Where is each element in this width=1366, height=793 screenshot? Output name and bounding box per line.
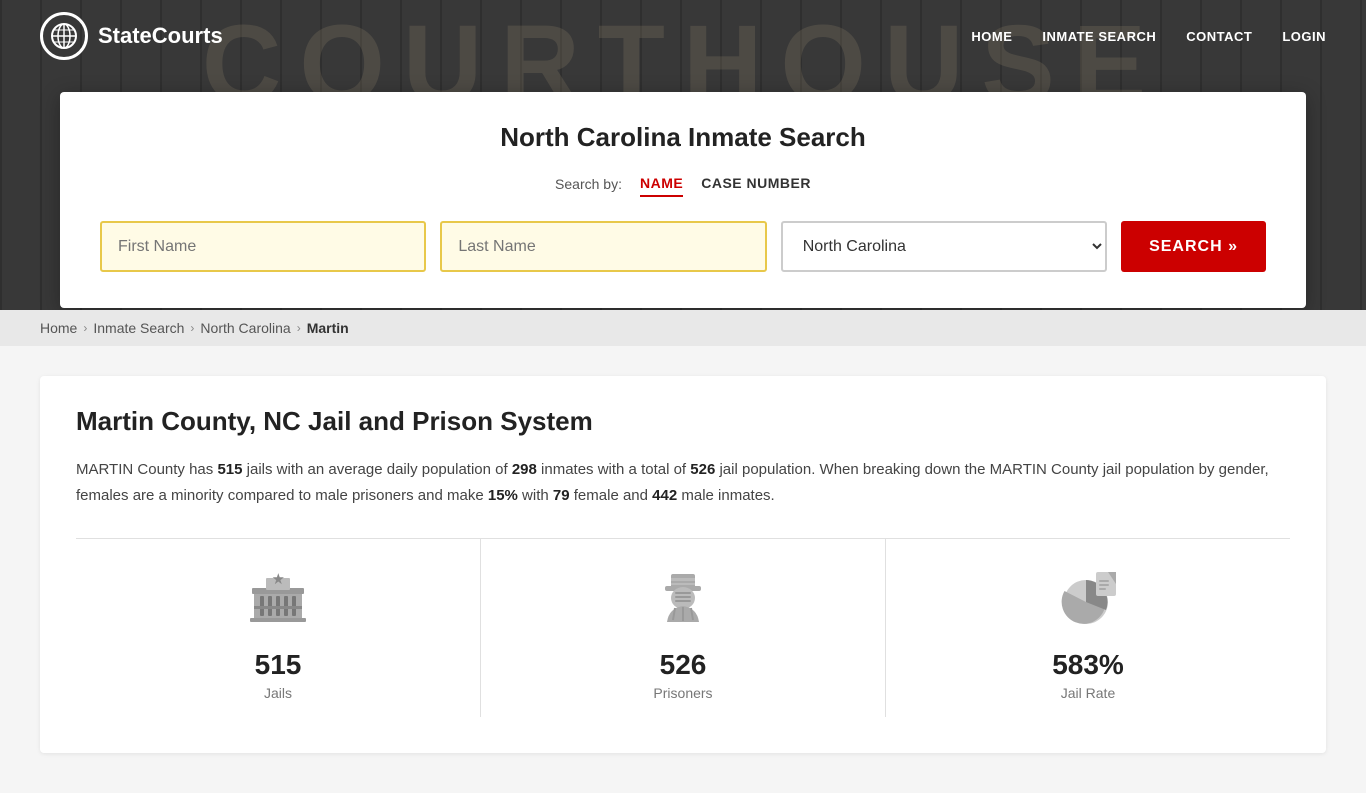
- jails-count: 515: [217, 461, 242, 478]
- search-inputs: North Carolina Alabama Alaska Arizona Ca…: [100, 221, 1266, 272]
- search-title: North Carolina Inmate Search: [100, 122, 1266, 153]
- search-by-tabs: Search by: NAME CASE NUMBER: [100, 171, 1266, 197]
- logo-text: StateCourts: [98, 23, 223, 49]
- logo-icon: [40, 12, 88, 60]
- search-by-label: Search by:: [555, 176, 622, 192]
- jail-rate-stat-label: Jail Rate: [1061, 685, 1115, 701]
- female-pct: 15%: [488, 487, 518, 504]
- prisoners-stat-number: 526: [660, 649, 707, 681]
- nav-inmate-search[interactable]: INMATE SEARCH: [1042, 29, 1156, 44]
- rate-icon: [1053, 563, 1123, 633]
- last-name-input[interactable]: [440, 221, 766, 272]
- breadcrumb-sep-1: ›: [83, 321, 87, 335]
- breadcrumb-current: Martin: [307, 320, 349, 336]
- breadcrumb-inmate-search[interactable]: Inmate Search: [93, 320, 184, 336]
- nav-login[interactable]: LOGIN: [1282, 29, 1326, 44]
- jails-stat-number: 515: [255, 649, 302, 681]
- county-description: MARTIN County has 515 jails with an aver…: [76, 457, 1290, 508]
- daily-pop: 298: [512, 461, 537, 478]
- nav-links: HOME INMATE SEARCH CONTACT LOGIN: [971, 29, 1326, 44]
- breadcrumb-north-carolina[interactable]: North Carolina: [200, 320, 290, 336]
- logo[interactable]: StateCourts: [40, 12, 223, 60]
- stat-jails: 515 Jails: [76, 539, 481, 717]
- nav-contact[interactable]: CONTACT: [1186, 29, 1252, 44]
- female-count: 79: [553, 487, 570, 504]
- main-content: Martin County, NC Jail and Prison System…: [0, 346, 1366, 793]
- breadcrumb: Home › Inmate Search › North Carolina › …: [0, 310, 1366, 346]
- total-pop: 526: [690, 461, 715, 478]
- desc-text-5: with: [518, 487, 553, 504]
- desc-text-2: jails with an average daily population o…: [242, 461, 511, 478]
- stat-jail-rate: 583% Jail Rate: [886, 539, 1290, 717]
- top-navigation: StateCourts HOME INMATE SEARCH CONTACT L…: [0, 0, 1366, 72]
- tab-case-number[interactable]: CASE NUMBER: [701, 171, 811, 197]
- prisoner-icon: [648, 563, 718, 633]
- male-count: 442: [652, 487, 677, 504]
- desc-text-6: female and: [570, 487, 653, 504]
- state-select[interactable]: North Carolina Alabama Alaska Arizona Ca…: [781, 221, 1107, 272]
- breadcrumb-sep-2: ›: [190, 321, 194, 335]
- first-name-input[interactable]: [100, 221, 426, 272]
- county-title: Martin County, NC Jail and Prison System: [76, 406, 1290, 437]
- jail-icon: [243, 563, 313, 633]
- nav-home[interactable]: HOME: [971, 29, 1012, 44]
- desc-text-7: male inmates.: [677, 487, 775, 504]
- jails-stat-label: Jails: [264, 685, 292, 701]
- breadcrumb-home[interactable]: Home: [40, 320, 77, 336]
- desc-text-1: MARTIN County has: [76, 461, 217, 478]
- stat-prisoners: 526 Prisoners: [481, 539, 886, 717]
- header: COURTHOUSE StateCourts HOME INMATE SEARC…: [0, 0, 1366, 310]
- desc-text-3: inmates with a total of: [537, 461, 690, 478]
- breadcrumb-sep-3: ›: [297, 321, 301, 335]
- jail-rate-stat-number: 583%: [1052, 649, 1124, 681]
- search-card: North Carolina Inmate Search Search by: …: [60, 92, 1306, 308]
- tab-name[interactable]: NAME: [640, 171, 683, 197]
- stats-row: 515 Jails: [76, 538, 1290, 717]
- prisoners-stat-label: Prisoners: [653, 685, 712, 701]
- county-card: Martin County, NC Jail and Prison System…: [40, 376, 1326, 753]
- search-button[interactable]: SEARCH »: [1121, 221, 1266, 272]
